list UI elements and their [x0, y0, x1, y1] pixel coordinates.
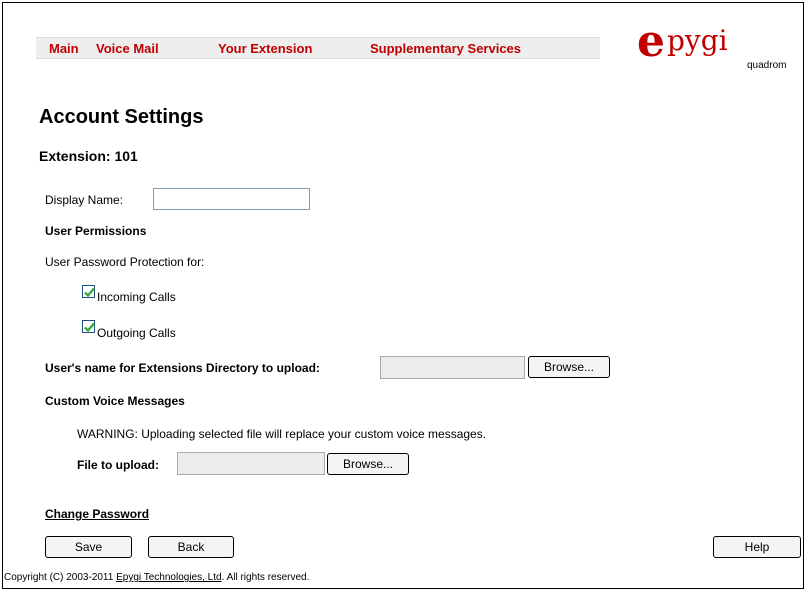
footer-prefix: Copyright (C) 2003-2011 — [4, 572, 117, 583]
menu-item-voice-mail[interactable]: Voice Mail — [96, 41, 159, 56]
incoming-calls-label: Incoming Calls — [97, 290, 176, 304]
logo-text: pygi — [667, 24, 728, 57]
custom-voice-heading: Custom Voice Messages — [45, 394, 185, 408]
back-button[interactable]: Back — [148, 536, 234, 558]
footer-copyright: Copyright (C) 2003-2011 Epygi Technologi… — [4, 572, 309, 583]
save-button[interactable]: Save — [45, 536, 132, 558]
footer-company-link[interactable]: Epygi Technologies, Ltd — [116, 572, 221, 583]
outgoing-calls-label: Outgoing Calls — [97, 326, 176, 340]
change-password-link[interactable]: Change Password — [45, 507, 149, 521]
outgoing-calls-checkbox[interactable] — [82, 320, 95, 333]
user-permissions-heading: User Permissions — [45, 224, 147, 238]
warning-text: WARNING: Uploading selected file will re… — [77, 427, 487, 441]
voice-browse-button[interactable]: Browse... — [327, 453, 409, 475]
display-name-label: Display Name: — [45, 193, 124, 207]
menu-item-main[interactable]: Main — [49, 41, 79, 56]
menu-item-supplementary-services[interactable]: Supplementary Services — [370, 41, 521, 56]
page-title: Account Settings — [39, 106, 204, 128]
logo-mark: e — [637, 16, 665, 67]
incoming-calls-checkbox[interactable] — [82, 285, 95, 298]
checkmark-icon — [84, 322, 95, 333]
extension-label: Extension: 101 — [39, 148, 138, 164]
menu-item-your-extension[interactable]: Your Extension — [218, 41, 312, 56]
directory-upload-label: User's name for Extensions Directory to … — [45, 361, 320, 375]
display-name-input[interactable] — [153, 188, 310, 210]
directory-upload-file-field[interactable] — [380, 356, 525, 379]
footer-suffix: . All rights reserved. — [221, 572, 310, 583]
help-button[interactable]: Help — [713, 536, 801, 558]
top-menu: Main Voice Mail Your Extension Supplemen… — [36, 37, 600, 59]
voice-upload-file-field[interactable] — [177, 452, 325, 475]
file-upload-label: File to upload: — [77, 458, 159, 472]
directory-browse-button[interactable]: Browse... — [528, 356, 610, 378]
logo-subtitle: quadrom — [747, 60, 787, 71]
checkmark-icon — [84, 287, 95, 298]
password-protection-label: User Password Protection for: — [45, 255, 205, 269]
epygi-logo: e pygi quadrom — [637, 20, 787, 84]
